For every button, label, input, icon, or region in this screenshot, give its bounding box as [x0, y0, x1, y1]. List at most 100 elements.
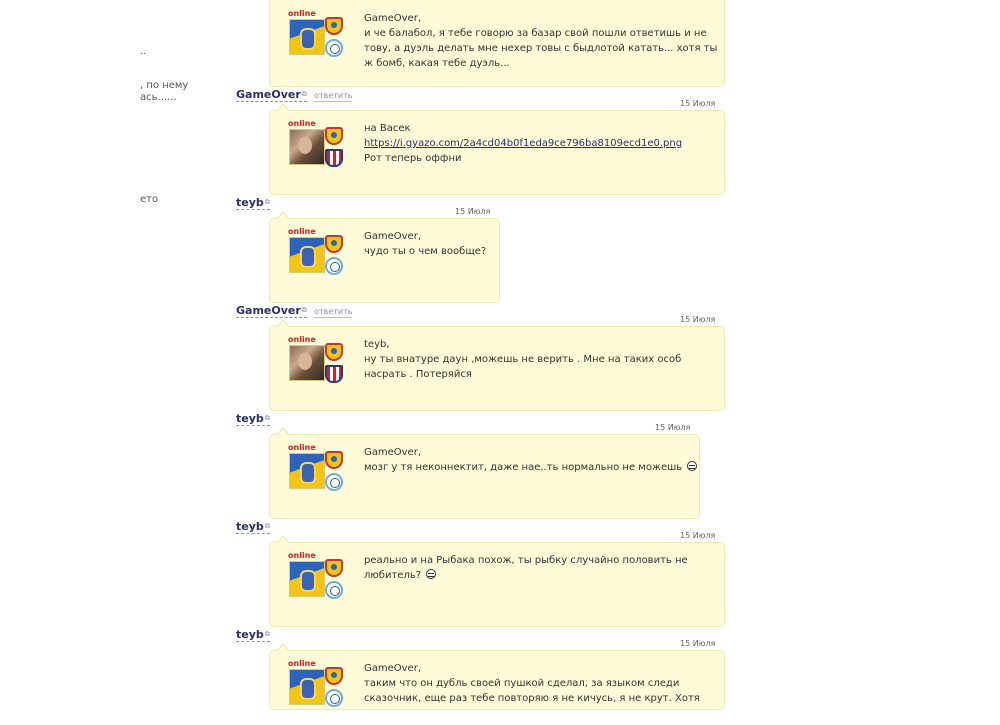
- comment-text: реально и на Рыбака похож, ты рыбку случ…: [364, 553, 688, 583]
- external-link-icon: ⧉: [301, 90, 307, 98]
- avatar[interactable]: [289, 345, 325, 381]
- comment-text: teyb, ну ты внатуре даун ,можешь не вери…: [364, 337, 681, 382]
- comment-author[interactable]: teyb⧉: [236, 520, 270, 534]
- external-link-icon: ⧉: [264, 198, 270, 206]
- author-name[interactable]: teyb: [236, 520, 264, 533]
- comment-date: 15 Июля: [680, 639, 716, 648]
- comment-text: GameOver, мозг у тя неконнектит, даже на…: [364, 445, 698, 475]
- author-name[interactable]: GameOver: [236, 88, 301, 101]
- online-label: online: [288, 551, 316, 560]
- comment-line: чудо ты о чем вообще?: [364, 246, 487, 257]
- user-avatar-block[interactable]: online: [288, 119, 346, 185]
- comment-text: GameOver, чудо ты о чем вообще?: [364, 229, 486, 259]
- comment-date: 15 Июля: [680, 99, 716, 108]
- club-badge-icon: [325, 235, 343, 253]
- user-avatar-block[interactable]: online: [288, 443, 346, 509]
- sidebar-fragment: ась......: [140, 92, 177, 103]
- avatar[interactable]: [289, 129, 325, 165]
- comment-author[interactable]: teyb⧉: [236, 412, 270, 426]
- smiley-icon: [426, 569, 437, 579]
- comment-line: GameOver,: [364, 663, 422, 674]
- comment-date: 15 Июля: [680, 531, 716, 540]
- online-label: online: [288, 119, 316, 128]
- comment-text: на Васек https://i.gyazo.com/2a4cd04b0f1…: [364, 121, 682, 166]
- comment-line: ну ты внатуре даун ,можешь не верить . М…: [364, 354, 682, 365]
- user-avatar-block[interactable]: online: [288, 659, 346, 725]
- comment-date: 15 Июля: [655, 423, 691, 432]
- club-badge-icon: [325, 365, 343, 383]
- comment-line: реально и на Рыбака похож, ты рыбку случ…: [364, 555, 688, 566]
- club-badge-icon: [325, 149, 343, 167]
- author-name[interactable]: teyb: [236, 628, 264, 641]
- online-label: online: [288, 659, 316, 668]
- author-name[interactable]: teyb: [236, 412, 264, 425]
- online-label: online: [288, 443, 316, 452]
- club-badge-icon: [325, 39, 343, 57]
- club-badge-icon: [325, 667, 343, 685]
- sidebar-fragment: ето: [140, 194, 159, 205]
- user-avatar-block[interactable]: online: [288, 227, 346, 293]
- comment-line: на Васек: [364, 123, 411, 134]
- avatar[interactable]: [289, 19, 325, 55]
- comment-bubble: online GameOver, и че балабол, я тебе го…: [269, 0, 725, 87]
- reply-link[interactable]: ответить: [314, 307, 353, 318]
- comment-bubble: online на Васек https://i.gyazo.com/2a4c…: [269, 103, 725, 195]
- user-avatar-block[interactable]: online: [288, 335, 346, 401]
- comment-line: GameOver,: [364, 13, 422, 24]
- comment-text: GameOver, таким что он дубль своей пушко…: [364, 661, 700, 706]
- external-link-icon: ⧉: [264, 414, 270, 422]
- comment-author[interactable]: GameOver⧉: [236, 88, 307, 102]
- comment-bubble: online реально и на Рыбака похож, ты рыб…: [269, 535, 725, 627]
- comment-line: и че балабол, я тебе говорю за базар сво…: [364, 28, 707, 39]
- comments-feed: online GameOver, и че балабол, я тебе го…: [236, 0, 756, 710]
- comment-author[interactable]: teyb⧉: [236, 628, 270, 642]
- comment-line: сказочник, еще раз тебе повторяю я не ки…: [364, 693, 700, 704]
- club-badge-icon: [325, 343, 343, 361]
- smiley-icon: [687, 461, 698, 471]
- comment-bubble: online GameOver, чудо ты о чем вообще?: [269, 211, 500, 303]
- comment-bubble: online teyb, ну ты внатуре даун ,можешь …: [269, 319, 725, 411]
- reply-link[interactable]: ответить: [314, 91, 353, 102]
- club-badge-icon: [325, 17, 343, 35]
- comment-line: насрать . Потеряйся: [364, 369, 472, 380]
- sidebar-fragment: , по нему: [140, 80, 189, 91]
- author-name[interactable]: GameOver: [236, 304, 301, 317]
- comment-bubble: online GameOver, таким что он дубль свое…: [269, 643, 725, 710]
- comment-author[interactable]: teyb⧉: [236, 196, 270, 210]
- comment-author[interactable]: GameOver⧉: [236, 304, 307, 318]
- sidebar-fragment: ..: [140, 46, 147, 57]
- comment-date: 15 Июля: [680, 315, 716, 324]
- online-label: online: [288, 227, 316, 236]
- online-label: online: [288, 9, 316, 18]
- comment-line: мозг у тя неконнектит, даже нае..ть норм…: [364, 462, 683, 473]
- external-link-icon: ⧉: [264, 522, 270, 530]
- comment-bubble: online GameOver, мозг у тя неконнектит, …: [269, 427, 700, 519]
- comment-text: GameOver, и че балабол, я тебе говорю за…: [364, 11, 717, 71]
- club-badge-icon: [325, 473, 343, 491]
- club-badge-icon: [325, 559, 343, 577]
- club-badge-icon: [325, 581, 343, 599]
- club-badge-icon: [325, 689, 343, 707]
- club-badge-icon: [325, 451, 343, 469]
- external-link-icon: ⧉: [301, 306, 307, 314]
- comment-line: ж бомб, какая тебе дуэль...: [364, 58, 510, 69]
- user-avatar-block[interactable]: online: [288, 551, 346, 617]
- comment-line: таким что он дубль своей пушкой сделал, …: [364, 678, 680, 689]
- avatar[interactable]: [289, 237, 325, 273]
- avatar[interactable]: [289, 561, 325, 597]
- comment-line: GameOver,: [364, 231, 422, 242]
- comment-line: GameOver,: [364, 447, 422, 458]
- image-link[interactable]: https://i.gyazo.com/2a4cd04b0f1eda9ce796…: [364, 138, 682, 149]
- external-link-icon: ⧉: [264, 630, 270, 638]
- club-badge-icon: [325, 257, 343, 275]
- left-sidebar: .. , по нему ась...... ето: [0, 0, 230, 700]
- comment-line: teyb,: [364, 339, 390, 350]
- comment-line: Рот теперь оффни: [364, 153, 462, 164]
- online-label: online: [288, 335, 316, 344]
- user-avatar-block[interactable]: online: [288, 9, 346, 75]
- author-name[interactable]: teyb: [236, 196, 264, 209]
- comment-line: любитель?: [364, 570, 422, 581]
- comment-line: тову, а дуэль делать мне нехер товы с бы…: [364, 43, 718, 54]
- club-badge-icon: [325, 127, 343, 145]
- avatar[interactable]: [289, 453, 325, 489]
